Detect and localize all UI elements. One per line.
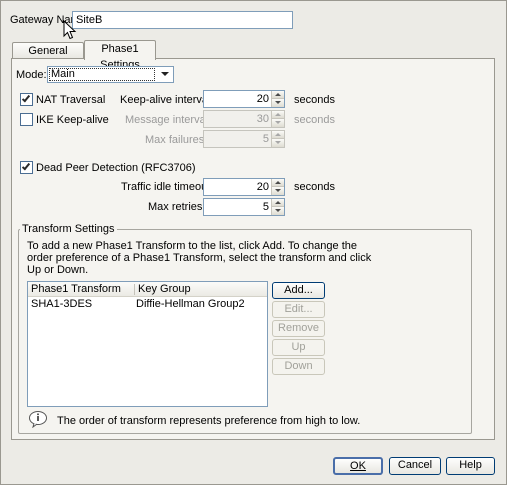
mode-select[interactable]: Main [47, 66, 174, 83]
max-failures-label: Max failures: [145, 134, 208, 146]
nat-traversal-checkbox[interactable] [20, 93, 33, 106]
spin-up-icon[interactable] [272, 91, 284, 99]
mode-label: Mode: [16, 69, 47, 81]
ike-keepalive-checkbox[interactable] [20, 113, 33, 126]
traffic-idle-timeout-spinner[interactable]: 20 [203, 178, 285, 196]
mouse-pointer-icon [63, 20, 77, 40]
column-header-key-group[interactable]: Key Group [138, 283, 191, 296]
chevron-down-icon [158, 68, 172, 81]
spin-down-icon[interactable] [272, 99, 284, 107]
max-failures-spinner[interactable]: 5 [203, 130, 285, 148]
traffic-idle-timeout-value: 20 [256, 181, 269, 193]
traffic-idle-timeout-label: Traffic idle timeout: [121, 181, 214, 193]
max-retries-spinner[interactable]: 5 [203, 198, 285, 216]
max-failures-value: 5 [262, 133, 269, 145]
message-interval-spinner[interactable]: 30 [203, 110, 285, 128]
spin-down-icon[interactable] [272, 139, 284, 147]
max-retries-value: 5 [262, 201, 269, 213]
spin-up-icon[interactable] [272, 111, 284, 119]
help-button-label: Help [459, 459, 482, 471]
keepalive-interval-value: 20 [256, 93, 269, 105]
ok-button[interactable]: OK [333, 457, 383, 475]
message-interval-label: Message interval: [125, 114, 212, 126]
edit-button[interactable]: Edit... [272, 301, 325, 318]
row-key-group: Diffie-Hellman Group2 [136, 298, 245, 310]
dpd-label: Dead Peer Detection (RFC3706) [36, 162, 196, 174]
transform-list[interactable]: Phase1 Transform Key Group SHA1-3DES Dif… [27, 281, 268, 407]
up-button[interactable]: Up [272, 339, 325, 356]
mode-select-value: Main [49, 68, 155, 81]
transform-order-info: The order of transform represents prefer… [57, 415, 361, 427]
traffic-idle-timeout-unit: seconds [294, 181, 335, 193]
keepalive-interval-unit: seconds [294, 94, 335, 106]
max-retries-label: Max retries: [148, 201, 206, 213]
ike-keepalive-label: IKE Keep-alive [36, 114, 109, 126]
transform-instructions-line-3: Up or Down. [27, 264, 89, 276]
tab-phase1-settings[interactable]: Phase1 Settings [84, 40, 156, 71]
cancel-button-label: Cancel [397, 459, 433, 471]
ok-button-label: OK [350, 460, 366, 472]
keepalive-interval-label: Keep-alive interval: [120, 94, 214, 106]
help-button[interactable]: Help [446, 457, 495, 475]
spin-up-icon[interactable] [272, 179, 284, 187]
spin-down-icon[interactable] [272, 187, 284, 195]
spin-down-icon[interactable] [272, 119, 284, 127]
down-button[interactable]: Down [272, 358, 325, 375]
message-interval-unit: seconds [294, 114, 335, 126]
check-mark-icon [21, 93, 31, 103]
column-header-phase1-transform[interactable]: Phase1 Transform [31, 283, 121, 296]
transform-list-header: Phase1 Transform Key Group [28, 282, 267, 297]
table-row[interactable]: SHA1-3DES Diffie-Hellman Group2 [28, 298, 267, 311]
cancel-button[interactable]: Cancel [389, 457, 441, 475]
transform-settings-title: Transform Settings [20, 223, 117, 236]
spin-down-icon[interactable] [272, 207, 284, 215]
check-mark-icon [21, 161, 31, 171]
remove-button[interactable]: Remove [272, 320, 325, 337]
keepalive-interval-spinner[interactable]: 20 [203, 90, 285, 108]
info-icon [29, 411, 47, 428]
row-transform: SHA1-3DES [31, 298, 93, 310]
message-interval-value: 30 [256, 113, 269, 125]
spin-up-icon[interactable] [272, 131, 284, 139]
add-button[interactable]: Add... [272, 282, 325, 299]
gateway-name-field[interactable]: SiteB [72, 11, 293, 29]
nat-traversal-label: NAT Traversal [36, 94, 106, 106]
spin-up-icon[interactable] [272, 199, 284, 207]
dpd-checkbox[interactable] [20, 161, 33, 174]
